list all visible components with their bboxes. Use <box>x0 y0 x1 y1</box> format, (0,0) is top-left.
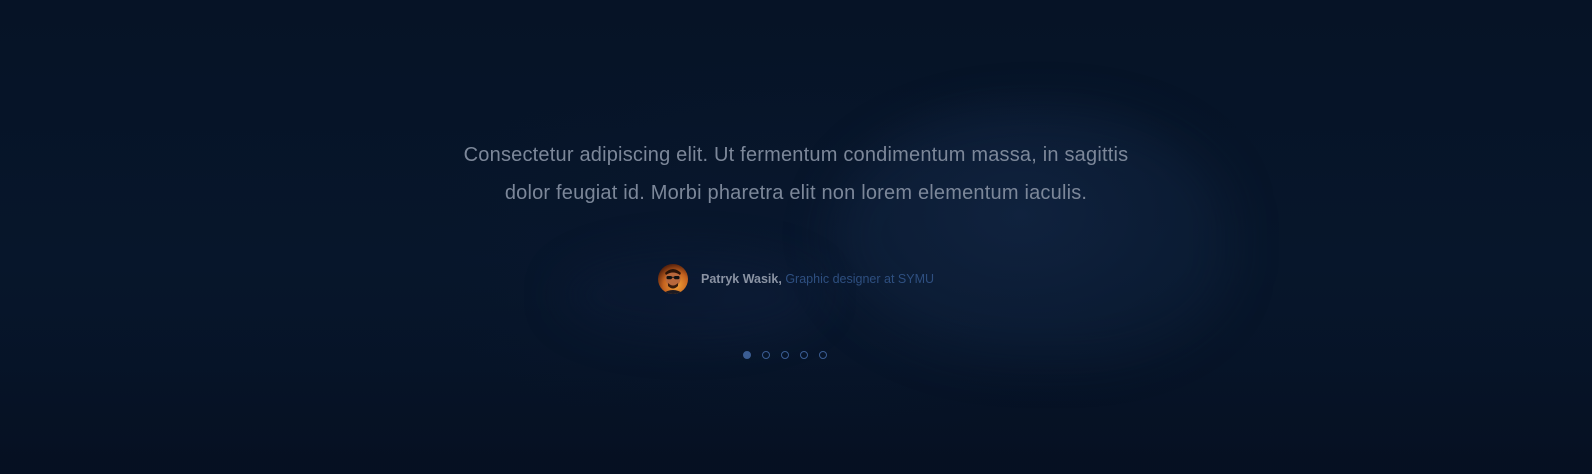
carousel-pagination <box>743 351 838 359</box>
carousel-dot-1[interactable] <box>743 351 751 359</box>
author-name: Patryk Wasik, <box>701 272 782 286</box>
testimonial-section: Consectetur adipiscing elit. Ut fermentu… <box>0 0 1592 474</box>
carousel-dot-5[interactable] <box>819 351 827 359</box>
author-avatar <box>658 264 688 294</box>
background-vignette <box>0 360 1592 474</box>
testimonial-quote: Consectetur adipiscing elit. Ut fermentu… <box>396 136 1196 212</box>
avatar-image-icon <box>658 264 688 294</box>
quote-line-2: dolor feugiat id. Morbi pharetra elit no… <box>504 182 1088 204</box>
testimonial-author: Patryk Wasik, Graphic designer at SYMU <box>658 264 934 294</box>
carousel-dot-3[interactable] <box>781 351 789 359</box>
author-caption: Patryk Wasik, Graphic designer at SYMU <box>701 272 934 286</box>
quote-line-1: Consectetur adipiscing elit. Ut fermentu… <box>463 144 1129 166</box>
carousel-dot-4[interactable] <box>800 351 808 359</box>
carousel-dot-2[interactable] <box>762 351 770 359</box>
author-role: Graphic designer at SYMU <box>785 272 935 286</box>
